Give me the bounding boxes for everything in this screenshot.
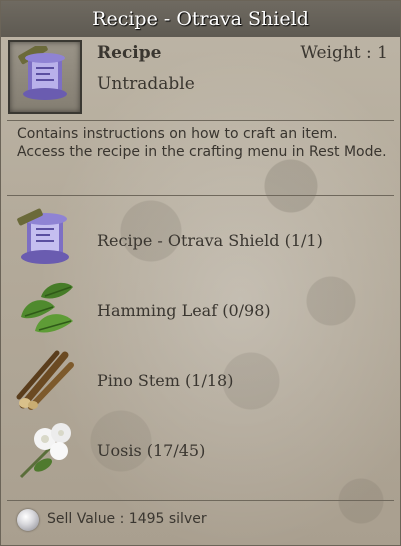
recipe-scroll-icon [18, 46, 67, 100]
hamming-leaf-icon [21, 282, 73, 333]
material-label: Recipe - Otrava Shield (1/1) [97, 231, 323, 250]
divider [7, 195, 394, 196]
item-tradability: Untradable [97, 74, 195, 94]
crafting-materials-list: Recipe - Otrava Shield (1/1) Hamming Lea… [1, 207, 400, 487]
sell-value: Sell Value : 1495 silver [47, 511, 207, 527]
item-tooltip: Recipe - Otrava Shield Recipe Weight : 1… [0, 0, 401, 546]
tooltip-title: Recipe - Otrava Shield [1, 1, 400, 37]
material-row: Pino Stem (1/18) [1, 347, 400, 417]
divider [7, 120, 394, 121]
uosis-flower-icon [19, 423, 71, 479]
item-weight: Weight : 1 [300, 43, 388, 63]
item-category: Recipe [97, 43, 162, 63]
tooltip-footer: Sell Value : 1495 silver [1, 501, 400, 541]
material-label: Hamming Leaf (0/98) [97, 301, 271, 320]
recipe-scroll-icon [17, 208, 69, 264]
material-label: Uosis (17/45) [97, 441, 206, 460]
item-description: Contains instructions on how to craft an… [17, 126, 387, 160]
silver-coin-icon [17, 509, 39, 531]
material-row: Hamming Leaf (0/98) [1, 277, 400, 347]
item-header: Recipe Weight : 1 Untradable [1, 37, 400, 119]
material-row: Uosis (17/45) [1, 417, 400, 487]
item-icon-frame [8, 40, 82, 114]
material-row: Recipe - Otrava Shield (1/1) [1, 207, 400, 277]
pino-stem-icon [16, 350, 74, 410]
material-label: Pino Stem (1/18) [97, 371, 234, 390]
